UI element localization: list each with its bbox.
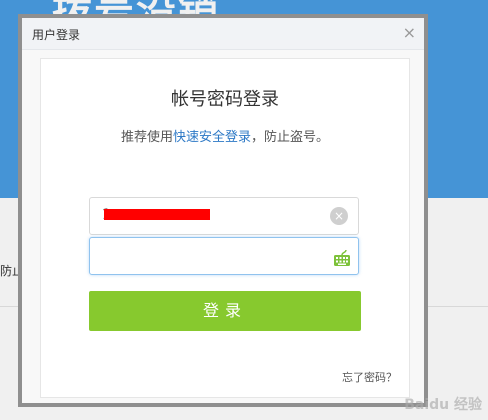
clear-icon[interactable]: ×: [330, 207, 348, 225]
account-input[interactable]: 1 ×: [89, 197, 359, 235]
password-input[interactable]: [89, 237, 359, 275]
subtitle-suffix: ，防止盗号。: [251, 130, 330, 145]
panel-heading: 帐号密码登录: [171, 89, 279, 110]
quick-login-link[interactable]: 快速安全登录: [173, 130, 251, 145]
redaction-mark: [104, 209, 210, 220]
login-button[interactable]: 登录: [89, 291, 361, 331]
login-panel: 帐号密码登录 推荐使用快速安全登录，防止盗号。 1 ×: [40, 58, 410, 398]
keyboard-icon[interactable]: [332, 248, 352, 268]
baidu-watermark: Baidu 经验: [404, 397, 482, 413]
login-dialog: 用户登录 × 帐号密码登录 推荐使用快速安全登录，防止盗号。 1 ×: [18, 14, 428, 407]
dialog-title: 用户登录: [32, 28, 81, 42]
subtitle-prefix: 推荐使用: [120, 130, 173, 145]
dialog-header: 用户登录 ×: [22, 18, 424, 50]
close-icon[interactable]: ×: [403, 23, 416, 43]
panel-subtitle: 推荐使用快速安全登录，防止盗号。: [41, 126, 409, 145]
forgot-password-link[interactable]: 忘了密码？: [342, 369, 397, 385]
